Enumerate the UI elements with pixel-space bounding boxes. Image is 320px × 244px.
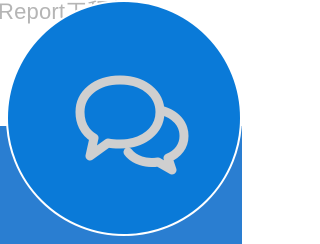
chat-button[interactable] xyxy=(6,0,242,236)
front-bubble xyxy=(75,75,165,161)
chat-bubbles-icon xyxy=(75,75,189,175)
